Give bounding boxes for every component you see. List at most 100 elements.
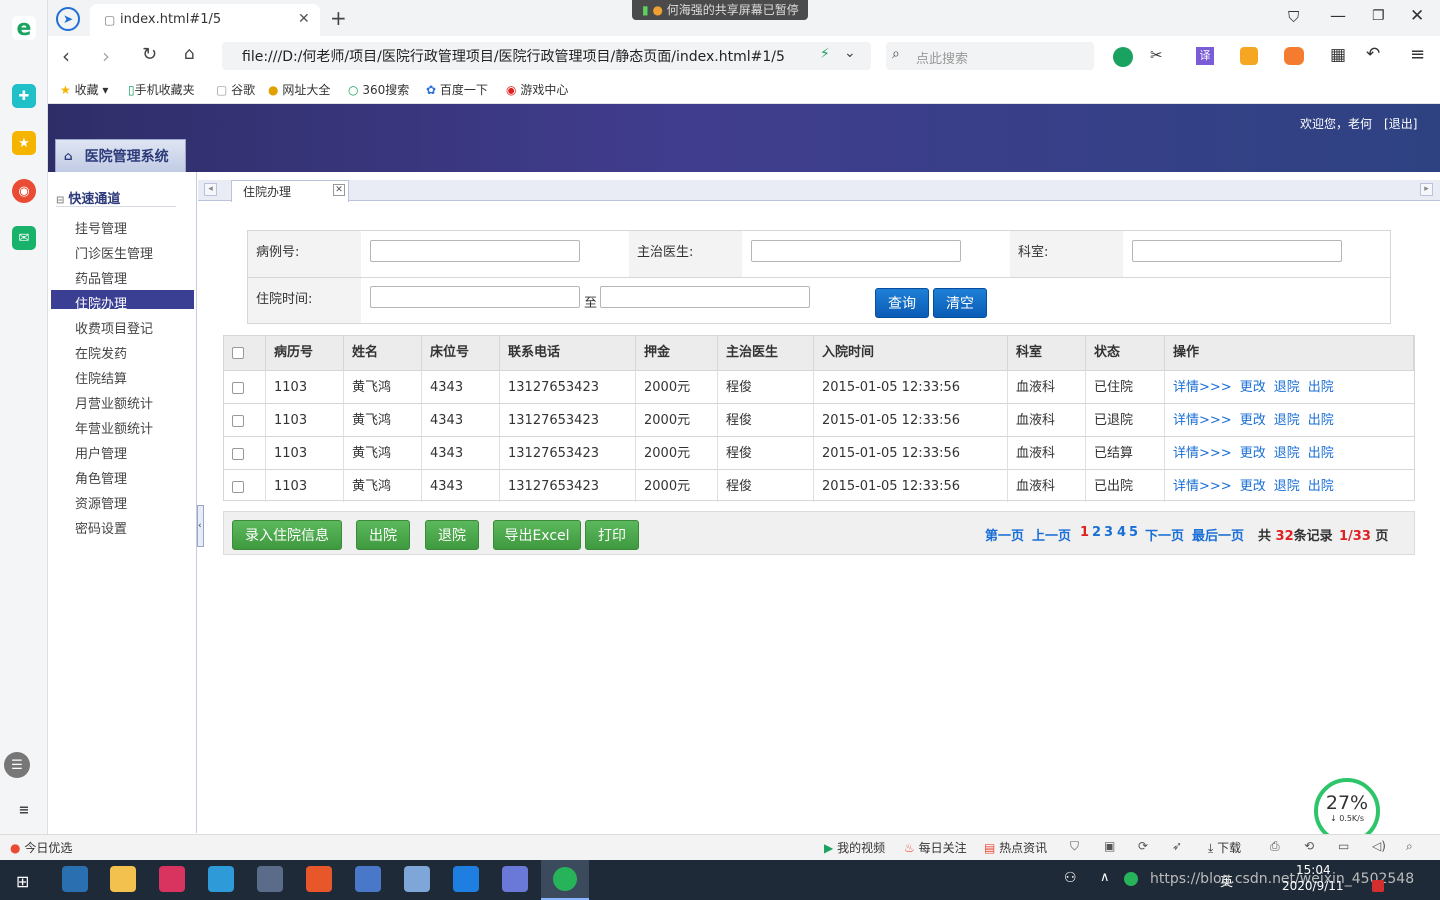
header-select-all[interactable] [224,336,266,370]
discharge-link[interactable]: 出院 [1308,479,1334,494]
row-checkbox[interactable] [232,447,244,460]
row-select-cell[interactable] [224,403,266,436]
print-icon[interactable]: ⎙ [1270,839,1280,854]
row-select-cell[interactable] [224,370,266,403]
menu-item-outpatient-doctor[interactable]: 门诊医生管理 [75,243,153,262]
menu-title[interactable]: ⊟ 快速通道 [56,188,120,207]
next-page-link[interactable]: 下一页 [1145,525,1184,544]
row-checkbox[interactable] [232,414,244,427]
translate-icon[interactable]: 译 [1196,47,1214,65]
menu-item-users[interactable]: 用户管理 [75,443,127,462]
menu-item-roles[interactable]: 角色管理 [75,468,127,487]
edit-link[interactable]: 更改 [1240,479,1266,494]
export-excel-button[interactable]: 导出Excel [493,520,581,550]
tab-close-icon[interactable]: ✕ [298,11,310,27]
tray-app-icon[interactable] [1124,872,1138,886]
clear-button[interactable]: 清空 [933,288,987,318]
windows-start-icon[interactable]: ⊞ [16,872,29,891]
image-icon[interactable]: ▣ [1104,839,1115,853]
taskbar-app-1-icon[interactable] [62,866,88,892]
star-icon[interactable]: ★ [12,131,36,155]
sound-icon[interactable]: ◁) [1372,839,1386,853]
mail-icon[interactable]: ✉ [12,226,36,250]
window-icon[interactable]: ▭ [1338,839,1349,853]
restore-button[interactable]: ❐ [1372,8,1385,24]
collapse-icon[interactable]: ☰ [4,752,30,778]
taskbar-active-app[interactable] [541,860,589,900]
detail-link[interactable]: 详情>>> [1173,479,1232,494]
reload-icon[interactable]: ↻ [142,44,157,65]
menu-item-dispense[interactable]: 在院发药 [75,343,127,362]
page-link-4[interactable]: 4 [1117,525,1126,540]
taskbar-app-9-icon[interactable] [453,866,479,892]
tab-scroll-right[interactable]: ▸ [1420,183,1433,196]
doctor-input[interactable] [751,240,961,262]
menu-item-drugs[interactable]: 药品管理 [75,268,127,287]
menu-icon[interactable]: ≡ [1410,44,1425,65]
folder-icon[interactable] [110,866,136,892]
bookmark-mobile[interactable]: ▯手机收藏夹 [128,81,195,98]
row-checkbox[interactable] [232,480,244,493]
add-admission-button[interactable]: 录入住院信息 [232,520,342,550]
detail-link[interactable]: 详情>>> [1173,446,1232,461]
withdraw-link[interactable]: 退院 [1274,413,1300,428]
people-icon[interactable]: ⚇ [1064,870,1077,886]
undo-icon[interactable]: ↶ [1366,44,1380,64]
zoom-icon[interactable]: ⌕ [1406,839,1413,854]
home-icon[interactable]: ⌂ [184,44,195,64]
print-button[interactable]: 打印 [585,520,639,550]
back-button[interactable]: ‹ [62,44,70,68]
taskbar-app-5-icon[interactable] [257,866,283,892]
withdraw-link[interactable]: 退院 [1274,380,1300,395]
taskbar-dolphin-icon[interactable] [355,866,381,892]
tray-up-icon[interactable]: ∧ [1100,870,1110,885]
close-window-button[interactable]: ✕ [1410,6,1424,26]
today-picks[interactable]: ● 今日优选 [10,839,72,856]
menu-item-hospitalization[interactable]: 住院办理 [75,293,127,312]
menu-item-monthly-revenue[interactable]: 月营业额统计 [75,393,153,412]
bookmark-baidu[interactable]: ✿ 百度一下 [426,81,488,98]
page-link-1[interactable]: 1 [1080,525,1089,540]
list-icon[interactable]: ≡ [12,798,36,822]
menu-item-resources[interactable]: 资源管理 [75,493,127,512]
menu-item-registration[interactable]: 挂号管理 [75,218,127,237]
prev-page-link[interactable]: 上一页 [1032,525,1071,544]
bookmark-games[interactable]: ◉ 游戏中心 [506,81,568,98]
taskbar-app-10-icon[interactable] [502,866,528,892]
sync-icon[interactable]: ⟲ [1304,839,1314,853]
row-select-cell[interactable] [224,436,266,469]
new-tab-button[interactable]: + [330,6,347,30]
edit-link[interactable]: 更改 [1240,380,1266,395]
end-date-input[interactable] [600,286,810,308]
lightning-icon[interactable]: ⚡ [820,46,830,62]
taskbar-idea-icon[interactable] [159,866,185,892]
taskbar-paint-icon[interactable] [404,866,430,892]
shield-icon[interactable] [1240,47,1258,65]
browser-logo-icon[interactable]: e [12,16,36,41]
shirt-icon[interactable]: ⛉ [1288,8,1299,26]
navigate-icon[interactable]: ➤ [56,7,80,31]
page-link-5[interactable]: 5 [1129,525,1138,540]
bookmark-360[interactable]: ○ 360搜索 [348,81,409,98]
bookmark-favorites[interactable]: ★ 收藏 ▾ [60,81,108,98]
discharge-link[interactable]: 出院 [1308,446,1334,461]
health-icon[interactable]: ✚ [12,84,36,108]
refresh-icon[interactable]: ⟳ [1138,839,1148,853]
status-news[interactable]: ▤ 热点资讯 [984,839,1047,856]
detail-link[interactable]: 详情>>> [1173,413,1232,428]
minimize-button[interactable]: — [1330,6,1346,25]
page-link-3[interactable]: 3 [1104,525,1113,540]
logout-link[interactable]: [退出] [1384,117,1417,131]
dept-input[interactable] [1132,240,1342,262]
extension-green-icon[interactable] [1113,47,1133,67]
case-no-input[interactable] [370,240,580,262]
content-tab[interactable]: 住院办理 ✕ [231,180,349,202]
discharge-link[interactable]: 出院 [1308,413,1334,428]
select-all-checkbox[interactable] [232,346,244,359]
discharge-button[interactable]: 出院 [356,520,410,550]
menu-item-settlement[interactable]: 住院结算 [75,368,127,387]
row-checkbox[interactable] [232,381,244,394]
grid-icon[interactable]: ▦ [1330,45,1346,65]
tab-scroll-left[interactable]: ◂ [204,183,217,196]
weibo-icon[interactable]: ◉ [12,179,36,203]
